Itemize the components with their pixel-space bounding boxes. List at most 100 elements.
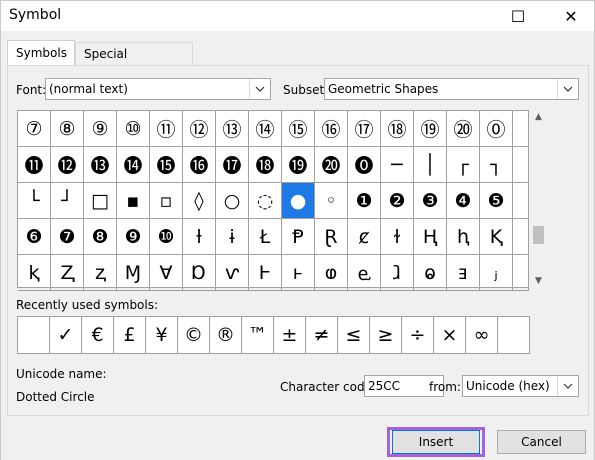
- recent-symbol-cell[interactable]: ≠: [306, 317, 338, 353]
- symbol-cell[interactable]: ❶: [348, 183, 381, 219]
- symbol-cell[interactable]: ⓲: [249, 147, 282, 183]
- symbol-cell[interactable]: ⱷ: [315, 255, 348, 291]
- symbol-cell[interactable]: ⱪ: [18, 255, 51, 291]
- symbol-cell[interactable]: [513, 111, 529, 147]
- recent-symbol-cell[interactable]: €: [82, 317, 114, 353]
- symbol-cell[interactable]: ⑯: [315, 111, 348, 147]
- symbol-cell[interactable]: ɫ: [381, 219, 414, 255]
- recent-symbol-cell[interactable]: [18, 317, 50, 353]
- symbol-cell[interactable]: ❽: [84, 219, 117, 255]
- recent-symbol-cell[interactable]: ÷: [402, 317, 434, 353]
- symbol-cell[interactable]: ⓯: [150, 147, 183, 183]
- symbol-cell[interactable]: ⱱ: [216, 255, 249, 291]
- symbol-cell[interactable]: ⑧: [51, 111, 84, 147]
- symbol-cell[interactable]: ⓴: [315, 147, 348, 183]
- symbol-cell[interactable]: Ⱪ: [480, 219, 513, 255]
- recent-symbol-cell[interactable]: ¥: [146, 317, 178, 353]
- symbol-cell[interactable]: ─: [381, 147, 414, 183]
- symbol-cell[interactable]: ⑮: [282, 111, 315, 147]
- symbol-cell[interactable]: Ɐ: [150, 255, 183, 291]
- symbol-cell[interactable]: ⑳: [447, 111, 480, 147]
- symbol-cell[interactable]: ⱨ: [447, 219, 480, 255]
- symbol-cell[interactable]: ⱶ: [282, 255, 315, 291]
- scroll-thumb[interactable]: [533, 226, 544, 244]
- symbol-cell[interactable]: ⑫: [183, 111, 216, 147]
- from-select[interactable]: Unicode (hex): [462, 375, 579, 397]
- symbol-cell[interactable]: ⓭: [84, 147, 117, 183]
- scroll-down-icon[interactable]: ▼: [530, 274, 547, 288]
- symbol-cell[interactable]: Ⱨ: [414, 219, 447, 255]
- recent-symbol-cell[interactable]: ©: [178, 317, 210, 353]
- symbol-cell[interactable]: ⱻ: [447, 255, 480, 291]
- symbol-cell[interactable]: ●: [282, 183, 315, 219]
- symbol-cell[interactable]: [513, 183, 529, 219]
- symbol-cell[interactable]: Ⱬ: [51, 255, 84, 291]
- symbol-cell[interactable]: ❸: [414, 183, 447, 219]
- symbol-cell[interactable]: ❼: [51, 219, 84, 255]
- symbol-cell[interactable]: ⑬: [216, 111, 249, 147]
- grid-scrollbar[interactable]: ▲ ▼: [530, 110, 547, 288]
- recent-symbol-cell[interactable]: ≥: [370, 317, 402, 353]
- symbol-cell[interactable]: ⑪: [150, 111, 183, 147]
- symbol-cell[interactable]: ⱬ: [84, 255, 117, 291]
- symbol-cell[interactable]: ❻: [18, 219, 51, 255]
- symbol-cell[interactable]: ⑭: [249, 111, 282, 147]
- symbol-cell[interactable]: ▪: [117, 183, 150, 219]
- symbol-cell[interactable]: ⓬: [51, 147, 84, 183]
- symbol-cell[interactable]: ⱸ: [348, 255, 381, 291]
- symbol-cell[interactable]: ⓳: [282, 147, 315, 183]
- recent-symbol-cell[interactable]: ∞: [466, 317, 498, 353]
- recent-symbol-cell[interactable]: ≤: [338, 317, 370, 353]
- symbol-cell[interactable]: ⓿: [348, 147, 381, 183]
- symbol-cell[interactable]: ┘: [51, 183, 84, 219]
- symbol-cell[interactable]: ⓪: [480, 111, 513, 147]
- symbol-cell[interactable]: ❺: [480, 183, 513, 219]
- cancel-button[interactable]: Cancel: [497, 430, 586, 454]
- symbol-cell[interactable]: Ɱ: [117, 255, 150, 291]
- symbol-cell[interactable]: ┌: [447, 147, 480, 183]
- symbol-cell[interactable]: ◊: [183, 183, 216, 219]
- subset-select[interactable]: Geometric Shapes: [324, 78, 579, 100]
- symbol-cell[interactable]: ȼ: [348, 219, 381, 255]
- symbol-cell[interactable]: ┐: [480, 147, 513, 183]
- symbol-cell[interactable]: □: [84, 183, 117, 219]
- symbol-cell[interactable]: [513, 147, 529, 183]
- symbol-cell[interactable]: ○: [216, 183, 249, 219]
- symbol-cell[interactable]: Ł: [249, 219, 282, 255]
- recent-symbol-cell[interactable]: ×: [434, 317, 466, 353]
- recent-symbol-cell[interactable]: [498, 317, 529, 353]
- symbol-cell[interactable]: Ɒ: [183, 255, 216, 291]
- recent-symbol-cell[interactable]: ®: [210, 317, 242, 353]
- symbol-cell[interactable]: ◌: [249, 183, 282, 219]
- recent-symbol-cell[interactable]: ™: [242, 317, 274, 353]
- symbol-cell[interactable]: ɨ: [216, 219, 249, 255]
- symbol-cell[interactable]: [513, 255, 529, 291]
- font-select[interactable]: (normal text): [45, 78, 271, 100]
- symbol-cell[interactable]: ⓰: [183, 147, 216, 183]
- symbol-cell[interactable]: ❿: [150, 219, 183, 255]
- symbol-cell[interactable]: ⑲: [414, 111, 447, 147]
- symbol-cell[interactable]: ⑦: [18, 111, 51, 147]
- close-icon[interactable]: ✕: [548, 1, 594, 31]
- symbol-cell[interactable]: [513, 219, 529, 255]
- symbol-cell[interactable]: ⱹ: [381, 255, 414, 291]
- symbol-cell[interactable]: ▫: [150, 183, 183, 219]
- symbol-cell[interactable]: ⑨: [84, 111, 117, 147]
- symbol-cell[interactable]: ⑰: [348, 111, 381, 147]
- maximize-icon[interactable]: ☐: [495, 1, 541, 31]
- symbol-cell[interactable]: ⑩: [117, 111, 150, 147]
- tab-special-characters[interactable]: Special Characters: [75, 42, 193, 83]
- symbol-cell[interactable]: Ɽ: [315, 219, 348, 255]
- symbol-cell[interactable]: ❷: [381, 183, 414, 219]
- symbol-cell[interactable]: ❹: [447, 183, 480, 219]
- symbol-cell[interactable]: ❾: [117, 219, 150, 255]
- recent-symbol-cell[interactable]: ✓: [50, 317, 82, 353]
- symbol-cell[interactable]: ⑱: [381, 111, 414, 147]
- symbol-cell[interactable]: └: [18, 183, 51, 219]
- symbol-cell[interactable]: Ⱶ: [249, 255, 282, 291]
- symbol-cell[interactable]: ⓫: [18, 147, 51, 183]
- scroll-up-icon[interactable]: ▲: [530, 110, 547, 124]
- symbol-cell[interactable]: ⓱: [216, 147, 249, 183]
- recent-symbol-cell[interactable]: ±: [274, 317, 306, 353]
- symbol-cell[interactable]: ⓮: [117, 147, 150, 183]
